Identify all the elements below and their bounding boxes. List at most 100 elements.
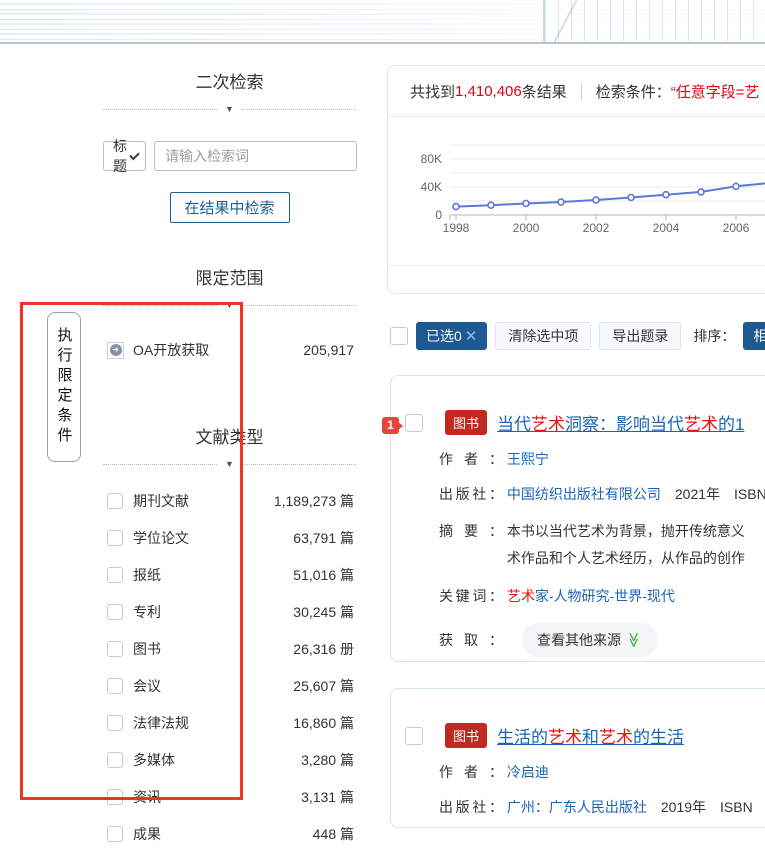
highlight-term: 艺术 <box>684 415 718 434</box>
limit-scope-title: 限定范围 <box>103 264 356 289</box>
text-segment: 中国纺织出版社有限公司 <box>507 486 661 502</box>
collapse-triangle-icon[interactable]: ▼ <box>217 105 242 114</box>
svg-text:0: 0 <box>435 208 442 222</box>
field-value-publisher[interactable]: 广州：广东人民出版社 2019年 ISBN <box>507 799 753 815</box>
close-icon[interactable]: ✕ <box>465 327 478 345</box>
field-label-publisher: 出版社： <box>439 796 503 818</box>
field-value-author[interactable]: 冷启迪 <box>507 764 549 780</box>
doc-type-row: 报纸 51,016 篇 <box>107 556 354 593</box>
doc-type-count: 3,280 篇 <box>301 750 354 770</box>
result-checkbox[interactable] <box>405 414 423 432</box>
doc-type-label: 多媒体 <box>133 750 175 770</box>
text-segment: 本书以当代 <box>507 523 577 539</box>
top-banner <box>0 0 765 44</box>
annotation-vertical-label: 执行限定条件 <box>47 312 81 462</box>
svg-text:2006: 2006 <box>723 221 750 235</box>
oa-label: OA开放获取 <box>133 340 209 360</box>
doc-type-count: 51,016 篇 <box>293 565 354 585</box>
section-divider: ▼ <box>103 299 356 311</box>
highlight-term: 艺术 <box>577 523 605 539</box>
doc-type-count: 3,131 篇 <box>301 787 354 807</box>
doc-type-checkbox[interactable] <box>107 604 123 620</box>
doc-type-row: 期刊文献 1,189,273 篇 <box>107 482 354 519</box>
results-toolbar: 已选0✕ 清除选中项 导出题录 排序： 相关度 <box>390 322 765 350</box>
field-label-keywords: 关键词： <box>439 585 503 607</box>
highlight-term: 艺术 <box>591 550 619 566</box>
doc-type-count: 448 篇 <box>313 824 354 844</box>
field-label-access: 获取： <box>439 630 503 650</box>
search-field-select[interactable]: 标题 <box>103 141 146 171</box>
field-label-abstract: 摘要： <box>439 518 503 545</box>
doc-type-label: 成果 <box>133 824 161 844</box>
text-segment: 家-人物研究-世界-现代 <box>535 588 675 604</box>
doc-type-label: 学位论文 <box>133 528 189 548</box>
export-records-button[interactable]: 导出题录 <box>599 322 681 350</box>
doc-type-checkbox[interactable] <box>107 530 123 546</box>
doc-type-checkbox[interactable] <box>107 493 123 509</box>
clear-selected-button[interactable]: 清除选中项 <box>495 322 591 350</box>
svg-text:2000: 2000 <box>513 221 540 235</box>
selected-count-button[interactable]: 已选0✕ <box>416 322 487 350</box>
svg-text:1998: 1998 <box>443 221 470 235</box>
doc-type-checkbox[interactable] <box>107 567 123 583</box>
highlight-term: 艺术 <box>531 415 565 434</box>
double-chevron-down-icon: ≫ <box>625 632 643 648</box>
highlight-term: 艺术 <box>599 728 633 747</box>
doc-type-count: 1,189,273 篇 <box>274 491 354 511</box>
doc-type-label: 会议 <box>133 676 161 696</box>
section-divider: ▼ <box>103 458 356 470</box>
text-segment: 的1 <box>718 415 744 434</box>
view-other-sources-button[interactable]: 查看其他来源 ≫ <box>521 623 658 657</box>
result-title-link[interactable]: 生活的艺术和艺术的生活 <box>497 723 684 748</box>
doc-type-count: 16,860 篇 <box>293 713 354 733</box>
summary-prefix: 共找到 <box>410 81 455 102</box>
doc-type-count: 25,607 篇 <box>293 676 354 696</box>
doc-type-checkbox[interactable] <box>107 789 123 805</box>
doc-type-label: 期刊文献 <box>133 491 189 511</box>
doc-type-row: 专利30,245 篇 <box>107 593 354 630</box>
sort-label: 排序： <box>693 326 735 346</box>
text-segment: 术作品和个人 <box>507 550 591 566</box>
doc-type-badge: 图书 <box>445 723 487 748</box>
results-summary-header: 共找到1,410,406条结果 检索条件： “任意字段=艺 <box>388 66 765 117</box>
doc-type-row: 学位论文 63,791 篇 <box>107 519 354 556</box>
text-segment: 为背景，抛开传统意义 <box>605 523 745 539</box>
doc-type-label: 专利 <box>133 602 161 622</box>
collapse-triangle-icon[interactable]: ▼ <box>217 301 242 310</box>
doc-type-count: 63,791 篇 <box>293 528 354 548</box>
select-all-checkbox[interactable] <box>390 327 408 345</box>
sort-relevance-button[interactable]: 相关度 <box>743 322 765 350</box>
field-value-keywords[interactable]: 艺术家-人物研究-世界-现代 <box>507 588 675 604</box>
field-value-author[interactable]: 王熙宁 <box>507 451 549 467</box>
doc-type-checkbox[interactable] <box>107 826 123 842</box>
field-value-publisher[interactable]: 中国纺织出版社有限公司 2021年 ISBN <box>507 486 765 502</box>
text-segment: 的生活 <box>633 728 684 747</box>
field-value-abstract: 本书以当代艺术为背景，抛开传统意义 术作品和个人艺术经历，从作品的创作 <box>507 518 745 572</box>
doc-type-checkbox[interactable] <box>107 641 123 657</box>
doc-type-checkbox[interactable] <box>107 752 123 768</box>
doc-type-row: 会议 25,607 篇 <box>107 667 354 704</box>
text-segment: 和 <box>582 728 599 747</box>
doc-type-checkbox[interactable] <box>107 715 123 731</box>
secondary-search-title: 二次检索 <box>103 68 356 93</box>
secondary-search-input[interactable] <box>154 141 357 171</box>
search-in-results-button[interactable]: 在结果中检索 <box>170 192 290 223</box>
condition-value: “任意字段=艺 <box>671 81 760 102</box>
result-checkbox[interactable] <box>405 727 423 745</box>
result-item-1: 1 图书 当代艺术洞察：影响当代艺术的1 作者： 王熙宁 出版社： 中国纺织出版… <box>390 375 765 662</box>
oa-open-access-row[interactable]: ➜ OA开放获取 205,917 <box>107 337 354 363</box>
abstract-line-2: 术作品和个人艺术经历，从作品的创作 <box>507 545 745 572</box>
result-item-2: 图书 生活的艺术和艺术的生活 作者： 冷启迪 出版社： 广州：广东人民出版社 2… <box>390 688 765 828</box>
collapse-triangle-icon[interactable]: ▼ <box>217 460 242 469</box>
doc-type-row: 图书26,316 册 <box>107 630 354 667</box>
text-segment: 当代 <box>497 415 531 434</box>
field-label-author: 作者： <box>439 448 503 470</box>
doc-type-checkbox[interactable] <box>107 678 123 694</box>
summary-suffix: 条结果 <box>522 81 567 102</box>
text-segment: 2021年 ISBN <box>661 486 765 502</box>
doc-type-label: 图书 <box>133 639 161 659</box>
result-title-link[interactable]: 当代艺术洞察：影响当代艺术的1 <box>497 410 744 435</box>
header-divider <box>581 82 582 100</box>
doc-type-row: 资讯3,131 篇 <box>107 778 354 815</box>
doc-type-label: 报纸 <box>133 565 161 585</box>
